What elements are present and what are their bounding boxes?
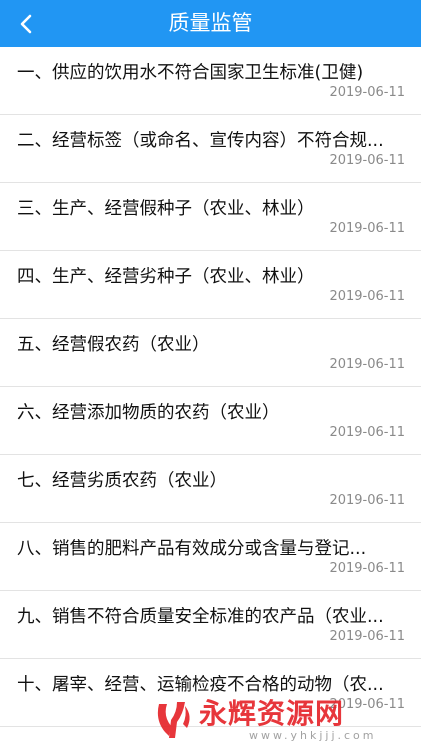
item-date: 2019-06-11 <box>329 561 405 576</box>
item-date: 2019-06-11 <box>329 85 405 100</box>
item-title: 九、销售不符合质量安全标准的农产品（农业... <box>17 607 384 627</box>
list-item[interactable]: 七、经营劣质农药（农业） 2019-06-11 <box>0 455 421 523</box>
item-date: 2019-06-11 <box>329 153 405 168</box>
item-date: 2019-06-11 <box>329 289 405 304</box>
list-item[interactable]: 八、销售的肥料产品有效成分或含量与登记... 2019-06-11 <box>0 523 421 591</box>
site-watermark: 永辉资源网 www.yhkjjj.com <box>151 696 401 744</box>
item-date: 2019-06-11 <box>329 425 405 440</box>
list-item[interactable]: 四、生产、经营劣种子（农业、林业） 2019-06-11 <box>0 251 421 319</box>
list-item[interactable]: 六、经营添加物质的农药（农业） 2019-06-11 <box>0 387 421 455</box>
item-date: 2019-06-11 <box>329 221 405 236</box>
app-header: 质量监管 <box>0 0 421 47</box>
item-title: 七、经营劣质农药（农业） <box>17 471 227 491</box>
item-title: 一、供应的饮用水不符合国家卫生标准(卫健) <box>17 63 364 83</box>
item-title: 五、经营假农药（农业） <box>17 335 210 355</box>
list-item[interactable]: 一、供应的饮用水不符合国家卫生标准(卫健) 2019-06-11 <box>0 47 421 115</box>
page-title: 质量监管 <box>168 11 253 35</box>
list-item[interactable]: 九、销售不符合质量安全标准的农产品（农业... 2019-06-11 <box>0 591 421 659</box>
item-date: 2019-06-11 <box>329 493 405 508</box>
item-title: 三、生产、经营假种子（农业、林业） <box>17 199 315 219</box>
item-title: 二、经营标签（或命名、宣传内容）不符合规... <box>17 131 384 151</box>
item-title: 四、生产、经营劣种子（农业、林业） <box>17 267 315 287</box>
watermark-text: 永辉资源网 <box>199 696 345 730</box>
notice-list: 一、供应的饮用水不符合国家卫生标准(卫健) 2019-06-11 二、经营标签（或命… <box>0 47 421 727</box>
watermark-logo-icon <box>157 702 190 738</box>
item-date: 2019-06-11 <box>329 629 405 644</box>
list-item[interactable]: 二、经营标签（或命名、宣传内容）不符合规... 2019-06-11 <box>0 115 421 183</box>
list-item[interactable]: 五、经营假农药（农业） 2019-06-11 <box>0 319 421 387</box>
item-title: 六、经营添加物质的农药（农业） <box>17 403 280 423</box>
item-title: 八、销售的肥料产品有效成分或含量与登记... <box>17 539 367 559</box>
item-date: 2019-06-11 <box>329 357 405 372</box>
list-item[interactable]: 三、生产、经营假种子（农业、林业） 2019-06-11 <box>0 183 421 251</box>
item-title: 十、屠宰、经营、运输检疫不合格的动物（农... <box>17 675 384 695</box>
watermark-url: www.yhkjjj.com <box>249 728 377 742</box>
